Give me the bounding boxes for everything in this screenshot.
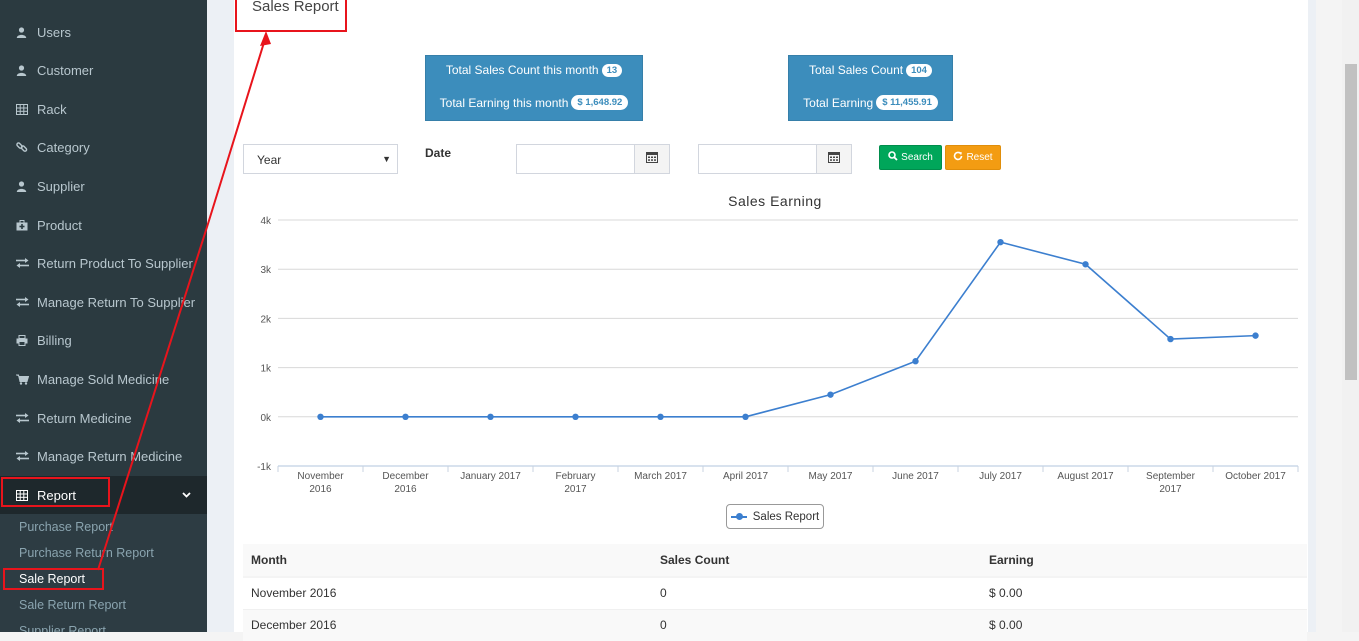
annotation-arrow <box>97 31 271 571</box>
